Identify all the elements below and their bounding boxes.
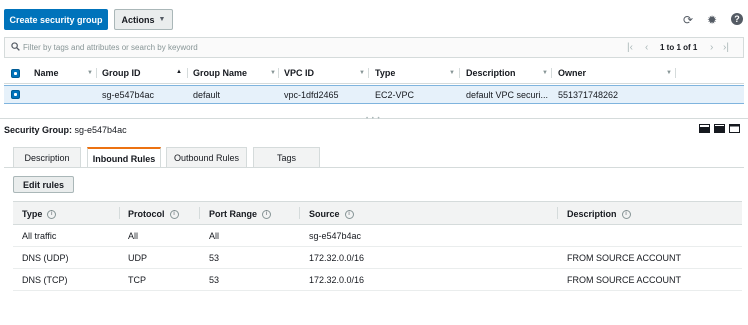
table-row: DNS (UDP) UDP 53 172.32.0.0/16 FROM SOUR… [13,247,742,269]
cell-source: 172.32.0.0/16 [309,253,365,263]
rules-table-header: Type i Protocol i Port Range i Source i Desc… [13,201,742,225]
col-group-name[interactable]: Group Name [193,67,247,79]
cell-owner: 551371748262 [558,90,619,100]
detail-label: Security Group: [4,125,73,135]
cell-group-id: sg-e547b4ac [102,90,155,100]
cell-group-name: default [193,90,221,100]
table-row[interactable]: sg-e547b4ac default vpc-1dfd2465 EC2-VPC… [4,85,744,104]
cell-port-range: 53 [209,275,220,285]
cell-source: sg-e547b4ac [309,231,362,241]
col-group-id[interactable]: Group ID [102,67,141,79]
sort-icon[interactable]: ▼ [270,70,276,76]
col-vpc-id[interactable]: VPC ID [284,67,314,79]
col-name[interactable]: Name [34,67,59,79]
sort-icon[interactable]: ▼ [666,70,672,76]
search-icon [11,42,20,51]
cell-port-range: All [209,231,220,241]
next-page-icon[interactable]: › [710,42,713,53]
refresh-icon[interactable]: ⟳ [683,14,693,26]
sort-icon[interactable]: ▼ [542,70,548,76]
edit-rules-button[interactable]: Edit rules [13,176,74,193]
tab-outbound-rules[interactable]: Outbound Rules [166,147,247,168]
cell-vpc-id: vpc-1dfd2465 [284,90,339,100]
select-all-checkbox[interactable] [11,69,20,78]
info-icon[interactable]: i [344,210,354,220]
sort-icon[interactable]: ▼ [449,70,455,76]
col-description[interactable]: Description [466,67,516,79]
info-icon[interactable]: i [47,210,57,220]
cell-protocol: UDP [128,253,148,263]
drag-handle-icon[interactable]: • • • [366,116,381,122]
cell-source: 172.32.0.0/16 [309,275,365,285]
layout-top-icon[interactable] [729,124,740,133]
pagination-text: 1 to 1 of 1 [660,43,698,52]
tab-tags[interactable]: Tags [253,147,320,168]
cell-type: DNS (TCP) [22,275,68,285]
cell-type: EC2-VPC [375,90,415,100]
actions-dropdown-button[interactable]: Actions ▼ [114,9,173,30]
tab-inbound-rules[interactable]: Inbound Rules [87,147,161,168]
table-row: All traffic All All sg-e547b4ac [13,225,742,247]
col-type: Type i [22,208,57,220]
layout-split-icon[interactable] [714,124,725,133]
info-icon[interactable]: i [262,210,272,220]
cell-protocol: All [128,231,139,241]
cell-port-range: 53 [209,253,220,263]
cell-description: FROM SOURCE ACCOUNT [567,253,682,263]
col-description: Description i [567,208,631,220]
layout-bottom-icon[interactable] [699,124,710,133]
table-row: DNS (TCP) TCP 53 172.32.0.0/16 FROM SOUR… [13,269,742,291]
sort-icon[interactable]: ▼ [359,70,365,76]
sg-table-header: Name ▼ Group ID ▲ Group Name ▼ VPC ID ▼ … [4,62,744,84]
info-icon[interactable]: i [621,210,631,220]
col-protocol: Protocol i [128,208,179,220]
create-security-group-button[interactable]: Create security group [4,9,108,30]
cell-type: All traffic [22,231,57,241]
tab-description[interactable]: Description [13,147,81,168]
last-page-icon[interactable]: ›| [723,42,729,53]
search-input[interactable] [23,40,583,55]
prev-page-icon[interactable]: ‹ [645,42,648,53]
help-icon[interactable]: ? [731,13,743,25]
filter-bar: |‹ ‹ 1 to 1 of 1 › ›| [4,37,744,58]
detail-group-id: sg-e547b4ac [74,125,127,135]
col-owner[interactable]: Owner [558,67,586,79]
sort-asc-icon[interactable]: ▲ [176,69,182,75]
detail-title: Security Group: sg-e547b4ac [4,125,127,135]
col-port-range: Port Range i [209,208,272,220]
actions-label: Actions [121,14,155,25]
gear-icon[interactable]: ✹ [707,14,717,26]
cell-description: default VPC securi... [466,90,549,100]
info-icon[interactable]: i [169,210,179,220]
first-page-icon[interactable]: |‹ [627,42,633,53]
col-source: Source i [309,208,354,220]
cell-protocol: TCP [128,275,146,285]
row-checkbox[interactable] [11,90,20,99]
sort-icon[interactable]: ▼ [87,70,93,76]
col-type[interactable]: Type [375,67,395,79]
tabs-underline [4,167,744,168]
cell-description: FROM SOURCE ACCOUNT [567,275,682,285]
chevron-down-icon: ▼ [158,16,166,23]
cell-type: DNS (UDP) [22,253,69,263]
